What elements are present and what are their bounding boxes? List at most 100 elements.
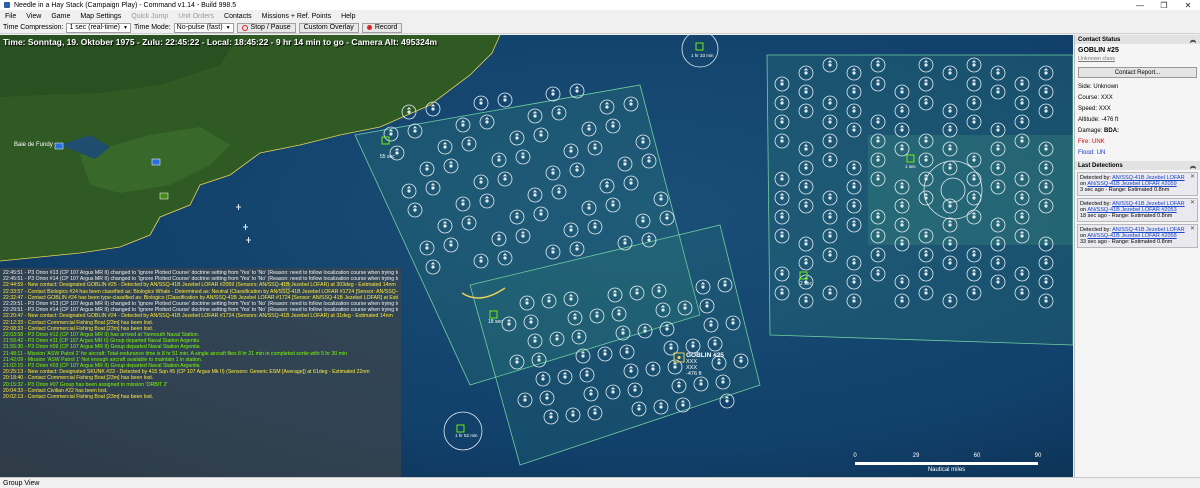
fire-value: UNK	[1092, 138, 1105, 145]
time-compression-select[interactable]: 1 sec (real-time) ▼	[66, 22, 131, 33]
close-icon[interactable]: ✕	[1190, 200, 1195, 206]
window-controls: — ❐ ✕	[1128, 0, 1200, 10]
tactical-map[interactable]: Baie de Fundy 1 hr 33 min 55 sec 18 sec …	[0, 35, 1073, 477]
menu-help[interactable]: Help	[336, 13, 360, 20]
title-bar: Needle in a Hay Stack (Campaign Play) - …	[0, 0, 1200, 10]
time-mode-select[interactable]: No-pulse (fast) ▼	[173, 22, 234, 33]
course-label: Course:	[1078, 94, 1100, 101]
course-value: XXX	[1100, 94, 1113, 101]
damage-label: Damage:	[1078, 127, 1103, 134]
naval-base-icon[interactable]	[54, 142, 64, 150]
log-line: 20:02:13 - Contact Commercial Fishing Bo…	[3, 394, 154, 401]
selected-contact-name: GOBLIN #25	[686, 352, 724, 359]
selected-contact-altitude: -476 ft	[686, 371, 702, 377]
airfield-icon[interactable]	[159, 192, 169, 200]
game-time-readout: Time: Sonntag, 19. Oktober 1975 - Zulu: …	[3, 37, 438, 47]
side-value: Unknown	[1093, 83, 1119, 90]
detection-card[interactable]: ✕ Detected by: AN/SSQ-41B Jezebel LOFAR …	[1077, 224, 1198, 248]
custom-overlay-button[interactable]: Custom Overlay	[298, 22, 359, 33]
scale-line	[855, 462, 1038, 465]
time-compression-value: 1 sec (real-time)	[69, 24, 121, 31]
time-mode-value: No-pulse (fast)	[176, 24, 223, 31]
collapse-icon[interactable]: ︽	[1190, 35, 1196, 44]
scale-bar: 0 29 60 90 Nautical miles	[853, 453, 1042, 475]
log-line: 22:44:59 - New contact: Designated GOBLI…	[3, 282, 396, 289]
unit-label-a: 55 sec	[380, 154, 395, 160]
flood-label: Flood:	[1078, 149, 1095, 156]
stop-pause-label: Stop / Pause	[250, 24, 291, 31]
minimize-button[interactable]: —	[1128, 0, 1152, 10]
side-panel: Contact Status ︽ GOBLIN #25 Unknown clas…	[1074, 35, 1200, 477]
menu-bar: File View Game Map Settings Quick Jump U…	[0, 11, 1200, 22]
menu-map-settings[interactable]: Map Settings	[75, 13, 126, 20]
speed-row: Speed: XXX	[1075, 103, 1200, 114]
altitude-row: Altitude: -476 ft	[1075, 114, 1200, 125]
flood-row: Flood: UN	[1075, 147, 1200, 158]
close-icon[interactable]: ✕	[1190, 174, 1195, 180]
side-row: Side: Unknown	[1075, 81, 1200, 92]
contact-status-title: Contact Status	[1078, 36, 1121, 43]
damage-value: BDA:	[1104, 127, 1120, 134]
record-label: Record	[374, 24, 398, 31]
unit-label-d: 1 sec	[905, 164, 917, 169]
menu-game[interactable]: Game	[46, 13, 75, 20]
contact-report-button[interactable]: Contact Report...	[1078, 67, 1197, 78]
menu-contacts[interactable]: Contacts	[219, 13, 257, 20]
menu-view[interactable]: View	[21, 13, 46, 20]
status-text: Group View	[3, 479, 40, 487]
detection-detail: 33 sec ago - Range: Estimated 0.8nm	[1080, 239, 1173, 245]
chevron-down-icon: ▼	[225, 24, 231, 31]
collapse-icon[interactable]: ︽	[1190, 161, 1196, 170]
course-row: Course: XXX	[1075, 92, 1200, 103]
chevron-down-icon: ▼	[123, 24, 128, 31]
menu-unit-orders: Unit Orders	[178, 13, 215, 20]
patrol-subzone	[868, 135, 1073, 245]
airfield-icon[interactable]	[151, 158, 161, 166]
toolbar: Time Compression: 1 sec (real-time) ▼ Tim…	[0, 22, 1200, 34]
detection-card[interactable]: ✕ Detected by: AN/SSQ-41B Jezebel LOFAR …	[1077, 172, 1198, 196]
scale-tick: 90	[1034, 453, 1042, 459]
unit-label-c: 2 sec	[800, 281, 812, 287]
contact-class[interactable]: Unknown class	[1075, 54, 1200, 64]
menu-missions[interactable]: Missions + Ref. Points	[257, 13, 336, 20]
window-title: Needle in a Hay Stack (Campaign Play) - …	[14, 1, 237, 9]
time-mode-label: Time Mode:	[133, 24, 171, 31]
stop-pause-button[interactable]: Stop / Pause	[236, 22, 296, 33]
scale-unit: Nautical miles	[927, 467, 966, 473]
menu-quick-jump: Quick Jump	[131, 13, 169, 20]
contact-status-header[interactable]: Contact Status ︽	[1075, 35, 1200, 44]
detection-detail: 18 sec ago - Range: Estimated 0.8nm	[1080, 213, 1173, 219]
unit-label-b: 18 sec	[488, 319, 503, 325]
status-bar: Group View	[0, 477, 1200, 488]
side-label: Side:	[1078, 83, 1092, 90]
fire-row: Fire: UNK	[1075, 136, 1200, 147]
log-line: 22:20:47 - New contact: Designated GOBLI…	[3, 313, 393, 320]
detection-detail: 3 sec ago - Range: Estimated 0.8nm	[1080, 187, 1170, 193]
detection-card[interactable]: ✕ Detected by: AN/SSQ-41B Jezebel LOFAR …	[1077, 198, 1198, 222]
close-button[interactable]: ✕	[1176, 0, 1200, 10]
scale-tick: 29	[912, 453, 920, 459]
flood-value: UN	[1096, 149, 1106, 156]
message-log[interactable]: 22:45:51 - P3 Orion #13 (CP 107 Argus MR…	[0, 268, 401, 477]
menu-file[interactable]: File	[0, 13, 21, 20]
time-compression-label: Time Compression:	[3, 24, 64, 31]
place-label: Baie de Fundy	[14, 142, 53, 148]
damage-row: Damage: BDA:	[1075, 125, 1200, 136]
speed-value: XXX	[1098, 105, 1111, 112]
log-line: 21:48:11 - Mission 'ASW Patrol 2' for ai…	[3, 350, 348, 357]
maximize-button[interactable]: ❐	[1152, 0, 1176, 10]
record-button[interactable]: Record	[361, 22, 403, 33]
last-detections-header[interactable]: Last Detections ︽	[1075, 161, 1200, 170]
speed-label: Speed:	[1078, 105, 1098, 112]
app-icon	[4, 2, 10, 8]
last-detections-title: Last Detections	[1078, 162, 1123, 169]
log-line: 22:33:57 - Contact Biologics #24 has bee…	[3, 288, 398, 295]
close-icon[interactable]: ✕	[1190, 226, 1195, 232]
altitude-label: Altitude:	[1078, 116, 1100, 123]
scale-tick: 0	[853, 453, 857, 459]
fire-label: Fire:	[1078, 138, 1090, 145]
altitude-value: -476 ft	[1101, 116, 1119, 123]
scale-tick: 60	[973, 453, 981, 459]
unit-label-bottom: 1 hr 52 min	[455, 433, 478, 438]
contact-name: GOBLIN #25	[1078, 47, 1119, 54]
